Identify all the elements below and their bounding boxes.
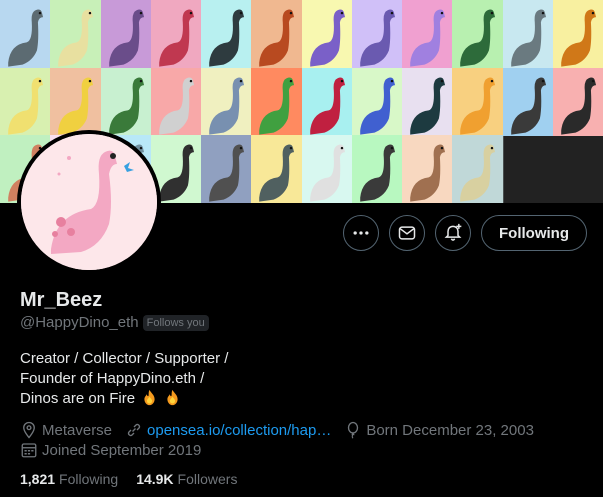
banner-dino-tile [301,67,353,137]
avatar-image [21,134,157,270]
banner-dino-tile [150,0,202,69]
banner-dino-tile [552,67,603,137]
birthday-text: Born December 23, 2003 [366,421,534,439]
website-link[interactable]: opensea.io/collection/hap… [147,422,331,439]
banner-dino-tile [552,0,603,69]
banner-dino-tile [351,135,403,203]
profile-meta: Metaverse opensea.io/collection/hap… Bor… [20,421,544,439]
bio-line: Founder of HappyDino.eth / [20,370,205,387]
fire-icon [167,389,179,406]
message-button[interactable] [389,215,426,251]
followers-stat[interactable]: 14.9K Followers [136,471,237,487]
banner-dino-tile [402,67,454,137]
banner-dino-tile [351,0,403,69]
calendar-icon [21,443,37,458]
follows-you-badge: Follows you [142,314,209,331]
handle: @HappyDino_eth [20,314,139,331]
followers-count: 14.9K [136,471,174,487]
banner-dino-tile [452,135,504,203]
joined-row: Joined September 2019 [20,441,211,459]
more-dots-icon [353,231,369,235]
banner-dino-tile [50,67,102,137]
banner-dino-tile [502,67,554,137]
location: Metaverse [20,421,112,439]
banner-dino-tile [402,135,454,203]
banner-dino-tile [301,0,353,69]
birthday: Born December 23, 2003 [344,421,534,439]
banner-dino-tile [351,67,403,137]
banner-dino-tile [251,135,303,203]
link-icon [127,423,141,437]
pink-dino-icon [21,134,157,270]
banner-dino-tile [150,67,202,137]
envelope-icon [398,226,416,240]
banner-dino-tile [452,67,504,137]
joined-text: Joined September 2019 [42,441,202,459]
followers-label: Followers [177,471,238,487]
banner-dino-tile [402,0,454,69]
display-name: Mr_Beez [20,289,103,311]
following-label: Following [59,471,119,487]
notify-button[interactable] [435,215,472,251]
banner-dino-tile [301,135,353,203]
avatar[interactable] [17,130,161,274]
bio-line: Creator / Collector / Supporter / [20,350,229,367]
following-stat[interactable]: 1,821 Following [20,471,118,487]
follow-stats: 1,821 Following 14.9K Followers [20,471,237,487]
banner-dino-tile [251,0,303,69]
banner-dino-tile [251,67,303,137]
more-button[interactable] [343,215,380,251]
bio-line: Dinos are on Fire [20,390,136,407]
handle-row: @HappyDino_eth Follows you [20,314,209,331]
banner-dino-tile [201,135,253,203]
website[interactable]: opensea.io/collection/hap… [125,421,331,439]
banner-dino-tile [0,67,52,137]
banner-dino-tile [502,0,554,69]
bell-plus-icon [444,223,462,241]
bio: Creator / Collector / Supporter / Founde… [20,349,228,409]
banner-dino-tile [201,0,253,69]
banner-dino-tile [452,0,504,69]
banner-dino-tile [201,67,253,137]
fire-icon [144,389,155,406]
location-text: Metaverse [42,421,113,439]
following-count: 1,821 [20,471,56,487]
balloon-icon [348,421,359,439]
joined: Joined September 2019 [20,441,201,459]
banner-dino-tile [100,67,152,137]
banner-dino-tile [50,0,102,69]
profile-actions: Following [343,215,587,251]
following-button[interactable]: Following [481,215,587,251]
banner-dino-tile [100,0,152,69]
bio-line-fire: Dinos are on Fire [20,389,228,409]
banner-dino-tile [0,0,52,69]
location-pin-icon [23,421,35,439]
